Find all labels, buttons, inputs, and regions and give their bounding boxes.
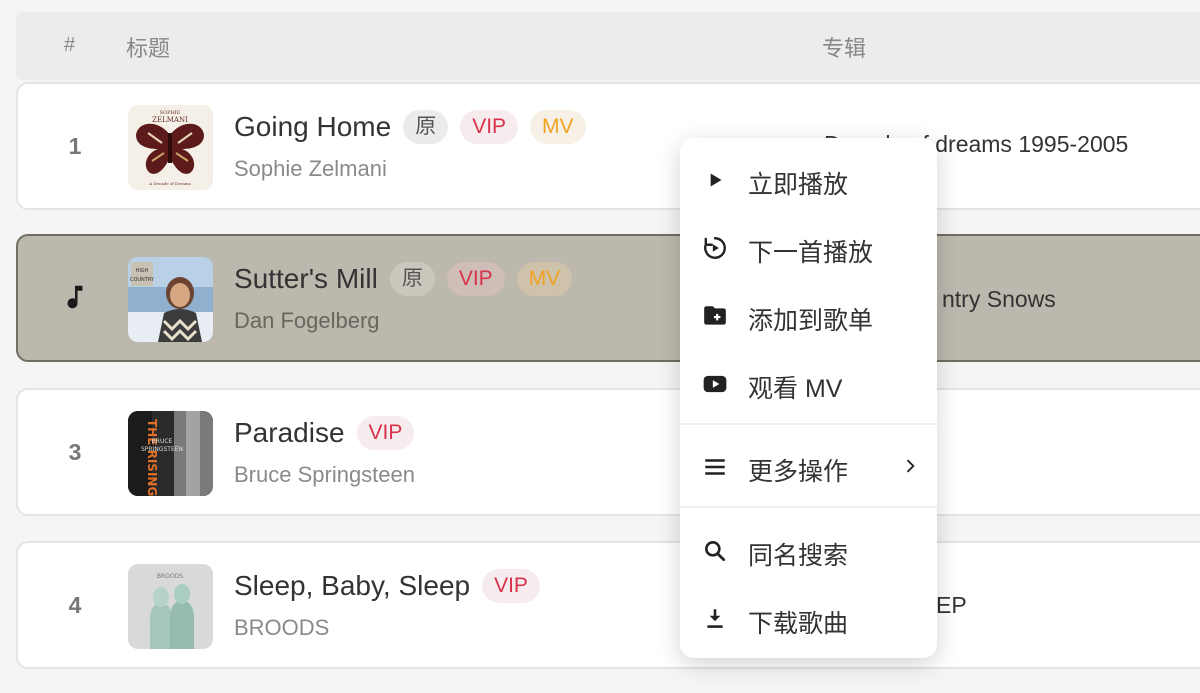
- svg-text:BRUCE: BRUCE: [152, 438, 173, 445]
- album-cover: HIGH COUNTRY: [128, 257, 213, 342]
- album-name[interactable]: EP: [936, 592, 967, 619]
- play-icon: [710, 173, 722, 187]
- album-cover: SOPHIE ZELMANI A Decade of Dreams: [128, 105, 213, 190]
- original-badge: 原: [389, 262, 435, 296]
- album-cover: BROODS: [128, 564, 213, 649]
- svg-text:SPRINGSTEEN: SPRINGSTEEN: [141, 446, 183, 453]
- menu-icon: [705, 459, 725, 475]
- menu-item-label: 下一首播放: [748, 239, 874, 267]
- song-title[interactable]: Sutter's Mill: [234, 263, 378, 295]
- vip-badge: VIP: [356, 416, 415, 450]
- play-next-icon: [704, 237, 726, 259]
- track-row[interactable]: 3 THE RISING BRUCE SPRINGSTEEN Paradise …: [16, 388, 1200, 516]
- svg-text:A Decade of Dreams: A Decade of Dreams: [148, 181, 190, 186]
- folder-add-icon: [704, 306, 726, 325]
- menu-item-download[interactable]: 下载歌曲: [680, 592, 937, 644]
- menu-item-label: 同名搜索: [748, 542, 849, 570]
- youtube-icon: [703, 375, 727, 393]
- album-column-header: 专辑: [822, 36, 867, 61]
- menu-item-play-now[interactable]: 立即播放: [680, 153, 937, 205]
- search-icon: [705, 541, 726, 562]
- song-title-line: Sutter's Mill 原 VIP MV: [234, 262, 584, 296]
- vip-badge: VIP: [460, 110, 519, 144]
- chevron-right-icon: [906, 459, 915, 473]
- vip-badge: VIP: [482, 569, 540, 603]
- mv-badge[interactable]: MV: [516, 262, 573, 296]
- mv-badge[interactable]: MV: [530, 110, 586, 144]
- song-title[interactable]: Sleep, Baby, Sleep: [234, 570, 470, 602]
- artist-name[interactable]: BROODS: [234, 615, 329, 641]
- menu-divider: [680, 506, 937, 508]
- svg-text:BROODS: BROODS: [157, 573, 183, 580]
- menu-item-search-same-name[interactable]: 同名搜索: [680, 524, 937, 576]
- table-header: # 标题 专辑: [16, 12, 1200, 80]
- original-badge: 原: [403, 110, 449, 144]
- song-title[interactable]: Going Home: [234, 111, 391, 143]
- menu-item-label: 下载歌曲: [748, 610, 849, 638]
- artist-name[interactable]: Bruce Springsteen: [234, 462, 415, 488]
- artist-name[interactable]: Dan Fogelberg: [234, 308, 380, 334]
- menu-item-label: 添加到歌单: [748, 307, 874, 335]
- album-cover: THE RISING BRUCE SPRINGSTEEN: [128, 411, 213, 496]
- song-title-line: Paradise VIP: [234, 416, 426, 450]
- menu-item-play-next[interactable]: 下一首播放: [680, 221, 937, 273]
- svg-text:ZELMANI: ZELMANI: [152, 116, 188, 124]
- download-icon: [707, 609, 723, 628]
- svg-text:HIGH: HIGH: [136, 268, 149, 274]
- menu-item-more-actions[interactable]: 更多操作: [680, 440, 937, 492]
- svg-text:COUNTRY: COUNTRY: [130, 277, 155, 283]
- artist-name[interactable]: Sophie Zelmani: [234, 156, 387, 182]
- track-index: 4: [68, 592, 82, 618]
- vip-badge: VIP: [446, 262, 505, 296]
- menu-item-label: 更多操作: [748, 458, 849, 486]
- menu-item-label: 观看 MV: [748, 375, 843, 403]
- track-row-playing[interactable]: HIGH COUNTRY Sutter's Mill 原 VIP MV Dan …: [16, 234, 1200, 362]
- menu-item-label: 立即播放: [748, 171, 849, 199]
- song-title[interactable]: Paradise: [234, 417, 345, 449]
- svg-text:THE RISING: THE RISING: [145, 419, 159, 496]
- track-index: 1: [68, 133, 82, 159]
- menu-item-add-to-playlist[interactable]: 添加到歌单: [680, 289, 937, 341]
- track-row[interactable]: 4 BROODS Sleep, Baby, Sleep VIP BROODS E…: [16, 541, 1200, 669]
- song-title-line: Going Home 原 VIP MV: [234, 110, 598, 144]
- index-column-header: #: [64, 34, 76, 56]
- menu-divider: [680, 423, 937, 425]
- context-menu: 立即播放 下一首播放 添加到歌单 观看 MV 更多操作 同名搜索 下载歌曲: [680, 138, 937, 658]
- track-row[interactable]: 1 SOPHIE ZELMANI A Decade of Dreams Goin…: [16, 82, 1200, 210]
- album-name[interactable]: ntry Snows: [942, 286, 1056, 313]
- music-note-icon: [67, 285, 83, 309]
- song-title-line: Sleep, Baby, Sleep VIP: [234, 569, 552, 603]
- track-index: 3: [68, 439, 82, 465]
- menu-item-watch-mv[interactable]: 观看 MV: [680, 357, 937, 409]
- title-column-header: 标题: [126, 36, 171, 61]
